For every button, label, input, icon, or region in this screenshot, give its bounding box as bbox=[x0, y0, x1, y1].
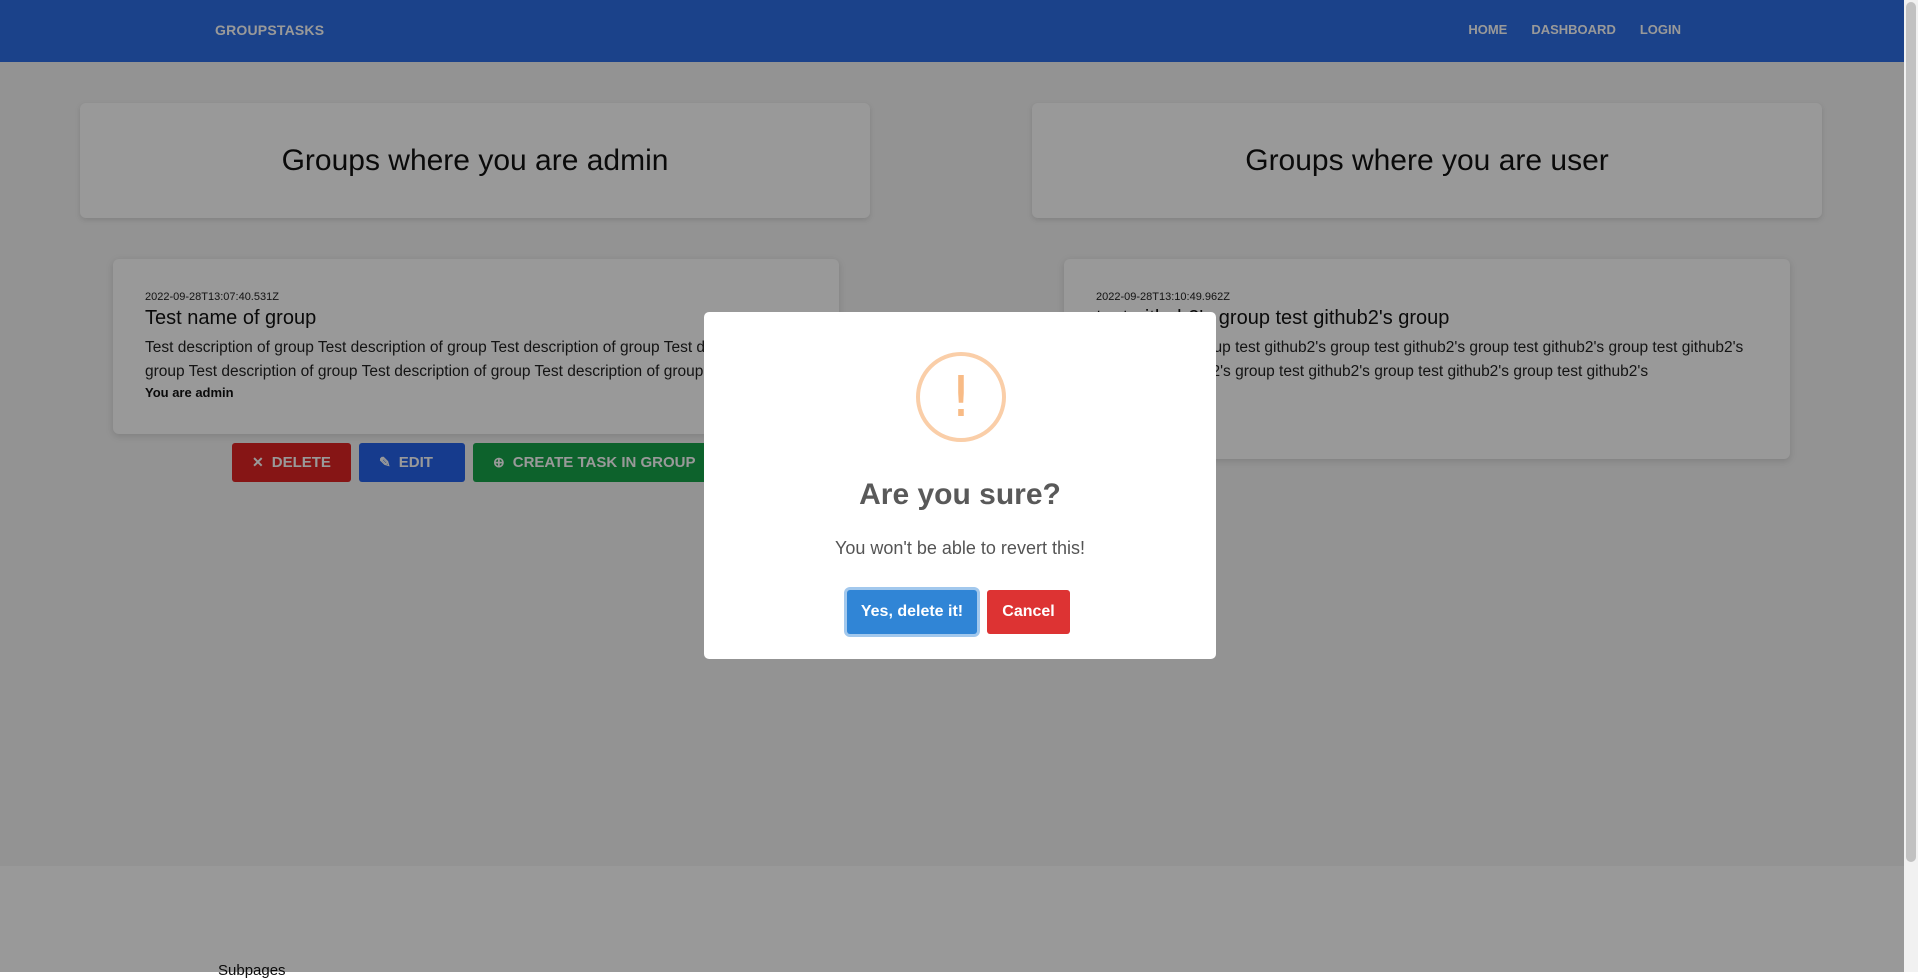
warning-icon: ! bbox=[916, 352, 1006, 442]
dialog-title: Are you sure? bbox=[859, 478, 1061, 511]
page-scrollbar-thumb[interactable] bbox=[1906, 2, 1916, 862]
warning-icon-glyph: ! bbox=[949, 364, 973, 430]
dialog-actions: Yes, delete it! Cancel bbox=[847, 590, 1070, 634]
confirm-dialog: ! Are you sure? You won't be able to rev… bbox=[704, 312, 1216, 659]
confirm-delete-button[interactable]: Yes, delete it! bbox=[847, 590, 977, 634]
dialog-message: You won't be able to revert this! bbox=[835, 538, 1085, 558]
cancel-button[interactable]: Cancel bbox=[987, 590, 1070, 634]
